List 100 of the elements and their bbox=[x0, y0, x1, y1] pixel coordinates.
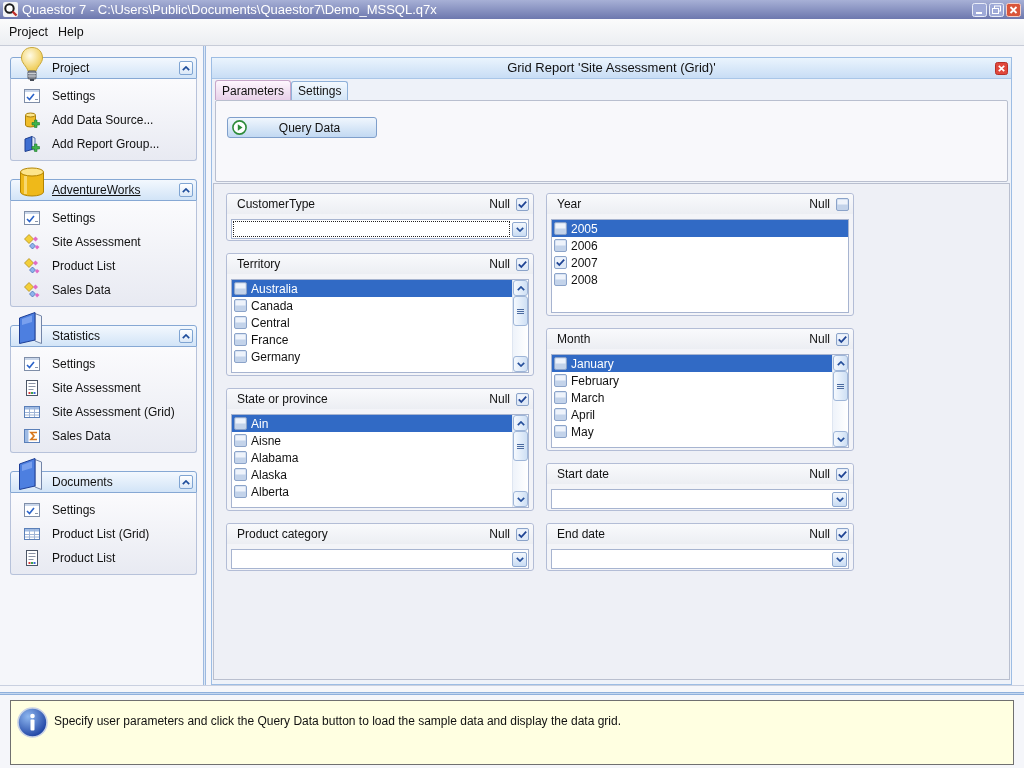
sidebar-item[interactable]: Settings bbox=[11, 84, 196, 108]
null-checkbox[interactable] bbox=[516, 257, 529, 271]
scroll-down-button[interactable] bbox=[513, 356, 528, 372]
combo-box[interactable] bbox=[231, 219, 529, 239]
list-item[interactable]: France bbox=[232, 331, 512, 348]
collapse-button[interactable] bbox=[179, 61, 193, 75]
checkbox[interactable] bbox=[234, 350, 247, 363]
checkbox[interactable] bbox=[234, 451, 247, 464]
checkbox[interactable] bbox=[234, 468, 247, 481]
cylinder-plus-icon bbox=[24, 112, 40, 128]
chevron-down-icon bbox=[836, 436, 845, 442]
sidebar-item[interactable]: Site Assessment bbox=[11, 376, 196, 400]
scroll-down-button[interactable] bbox=[833, 431, 848, 447]
dropdown-button[interactable] bbox=[512, 221, 527, 237]
checkbox[interactable] bbox=[554, 273, 567, 286]
checkbox[interactable] bbox=[554, 357, 567, 370]
scroll-thumb[interactable] bbox=[513, 431, 528, 461]
sidebar-item[interactable]: Sales Data bbox=[11, 424, 196, 448]
checkbox[interactable] bbox=[554, 239, 567, 252]
list-item[interactable]: February bbox=[552, 372, 832, 389]
checkbox[interactable] bbox=[554, 256, 567, 269]
checkbox[interactable] bbox=[234, 434, 247, 447]
checklist-window-icon bbox=[24, 356, 40, 372]
checkbox[interactable] bbox=[234, 417, 247, 430]
info-icon bbox=[17, 707, 48, 738]
scroll-thumb[interactable] bbox=[513, 296, 528, 326]
sidebar-item[interactable]: Site Assessment bbox=[11, 230, 196, 254]
null-checkbox[interactable] bbox=[836, 332, 849, 346]
sidebar-item[interactable]: Settings bbox=[11, 498, 196, 522]
list-item[interactable]: January bbox=[552, 355, 832, 372]
list-item[interactable]: Germany bbox=[232, 348, 512, 365]
sidebar-item[interactable]: Product List bbox=[11, 254, 196, 278]
panel-title: Grid Report 'Site Assessment (Grid)' bbox=[507, 59, 716, 78]
sidebar-item[interactable]: Product List (Grid) bbox=[11, 522, 196, 546]
collapse-button[interactable] bbox=[179, 475, 193, 489]
sidebar-item[interactable]: Settings bbox=[11, 352, 196, 376]
list-item[interactable]: 2006 bbox=[552, 237, 848, 254]
group-title[interactable]: Statistics bbox=[52, 327, 100, 345]
checkbox[interactable] bbox=[234, 485, 247, 498]
list-item[interactable]: March bbox=[552, 389, 832, 406]
parameter-label: End date bbox=[557, 526, 606, 543]
group-title[interactable]: Documents bbox=[52, 473, 113, 491]
null-checkbox[interactable] bbox=[836, 197, 849, 211]
list-item[interactable]: 2007 bbox=[552, 254, 848, 271]
list-item[interactable]: Central bbox=[232, 314, 512, 331]
group-title[interactable]: Project bbox=[52, 59, 90, 77]
checkbox[interactable] bbox=[234, 299, 247, 312]
collapse-button[interactable] bbox=[179, 183, 193, 197]
checkbox[interactable] bbox=[554, 425, 567, 438]
checklist-window-icon bbox=[24, 88, 40, 104]
diamonds-icon bbox=[24, 282, 40, 298]
checkbox[interactable] bbox=[554, 374, 567, 387]
list-item[interactable]: Ain bbox=[232, 415, 512, 432]
checkbox[interactable] bbox=[234, 316, 247, 329]
tab[interactable]: Parameters bbox=[215, 80, 292, 100]
sidebar-item[interactable]: Settings bbox=[11, 206, 196, 230]
checkbox[interactable] bbox=[234, 282, 247, 295]
chevron-down-icon bbox=[516, 361, 525, 367]
list-item[interactable]: Alberta bbox=[232, 483, 512, 500]
dropdown-button[interactable] bbox=[832, 491, 847, 507]
scroll-up-button[interactable] bbox=[513, 280, 528, 296]
collapse-button[interactable] bbox=[179, 329, 193, 343]
sidebar-item[interactable]: Add Report Group... bbox=[11, 132, 196, 156]
scroll-down-button[interactable] bbox=[513, 491, 528, 507]
sidebar-item[interactable]: Product List bbox=[11, 546, 196, 570]
query-data-button[interactable]: Query Data bbox=[227, 117, 377, 138]
null-checkbox[interactable] bbox=[516, 527, 529, 541]
list-item[interactable]: 2008 bbox=[552, 271, 848, 288]
menu-item[interactable]: Project bbox=[5, 20, 52, 44]
parameter-label: Start date bbox=[557, 466, 610, 483]
checkbox[interactable] bbox=[234, 333, 247, 346]
chevron-down-icon bbox=[835, 556, 844, 562]
status-message: Specify user parameters and click the Query Data button to load the sample data and display the data grid. bbox=[54, 713, 621, 730]
dropdown-button[interactable] bbox=[512, 551, 527, 567]
group-title[interactable]: AdventureWorks bbox=[52, 181, 141, 199]
null-checkbox[interactable] bbox=[516, 392, 529, 406]
list-item[interactable]: Alaska bbox=[232, 466, 512, 483]
scroll-up-button[interactable] bbox=[513, 415, 528, 431]
tab[interactable]: Settings bbox=[291, 81, 349, 100]
sidebar-item[interactable]: Site Assessment (Grid) bbox=[11, 400, 196, 424]
list-item[interactable]: May bbox=[552, 423, 832, 440]
scroll-up-button[interactable] bbox=[833, 355, 848, 371]
null-checkbox[interactable] bbox=[516, 197, 529, 211]
checkbox[interactable] bbox=[554, 391, 567, 404]
list-item[interactable]: 2005 bbox=[552, 220, 848, 237]
dropdown-button[interactable] bbox=[832, 551, 847, 567]
null-checkbox[interactable] bbox=[836, 467, 849, 481]
null-checkbox[interactable] bbox=[836, 527, 849, 541]
checkbox[interactable] bbox=[554, 408, 567, 421]
close-button[interactable] bbox=[995, 61, 1008, 75]
list-item[interactable]: Aisne bbox=[232, 432, 512, 449]
scroll-thumb[interactable] bbox=[833, 371, 848, 401]
list-item[interactable]: April bbox=[552, 406, 832, 423]
sidebar-item[interactable]: Sales Data bbox=[11, 278, 196, 302]
list-item[interactable]: Australia bbox=[232, 280, 512, 297]
menu-item[interactable]: Help bbox=[53, 20, 88, 44]
checkbox[interactable] bbox=[554, 222, 567, 235]
list-item[interactable]: Canada bbox=[232, 297, 512, 314]
sidebar-item[interactable]: Add Data Source... bbox=[11, 108, 196, 132]
list-item[interactable]: Alabama bbox=[232, 449, 512, 466]
